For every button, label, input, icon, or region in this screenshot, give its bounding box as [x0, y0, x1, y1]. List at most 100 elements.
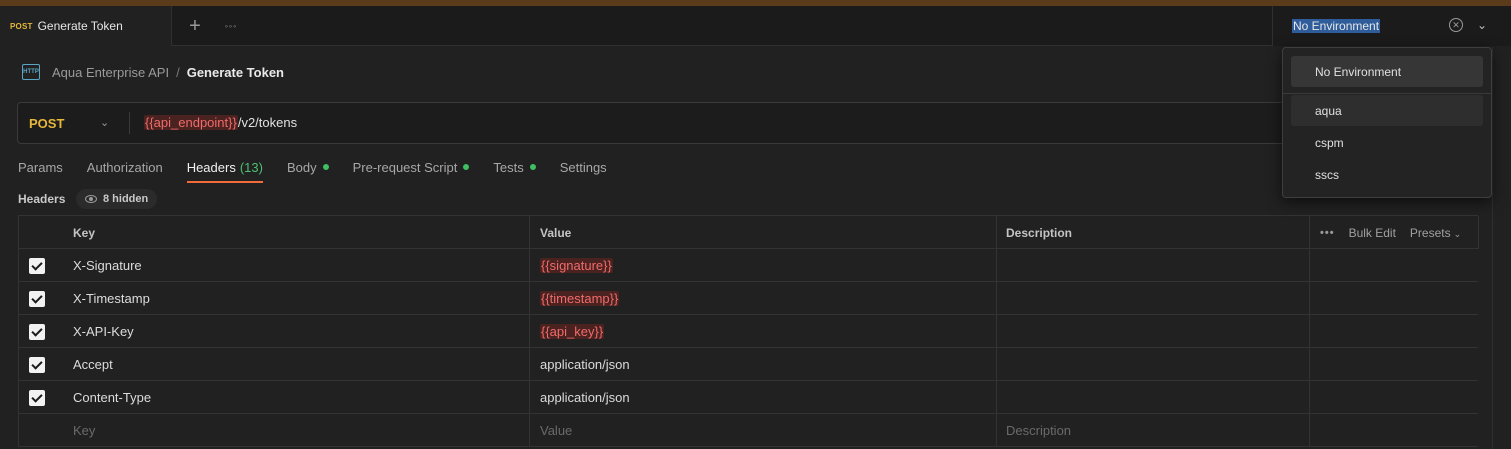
- row-check-cell: [19, 282, 55, 315]
- column-key: Key: [55, 216, 530, 249]
- more-options-button[interactable]: •••: [1320, 227, 1335, 239]
- eye-icon: [85, 195, 97, 203]
- row-checkbox[interactable]: [29, 323, 45, 340]
- chevron-down-icon: ⌄: [100, 117, 110, 129]
- row-description[interactable]: [997, 348, 1310, 381]
- env-option-sscs[interactable]: sscs: [1291, 159, 1483, 190]
- tab-body[interactable]: Body: [287, 156, 329, 178]
- clear-icon[interactable]: ✕: [1449, 18, 1463, 32]
- status-dot-icon: [322, 164, 329, 170]
- bulk-edit-button[interactable]: Bulk Edit: [1349, 226, 1396, 240]
- request-tabs: Params Authorization Headers (13) Body Pr…: [18, 156, 631, 184]
- chevron-down-icon[interactable]: ⌄: [1474, 15, 1490, 35]
- table-row: Accept application/json: [19, 348, 1478, 381]
- url-input[interactable]: {{api_endpoint}} /v2/tokens: [144, 115, 297, 130]
- row-key[interactable]: Accept: [55, 348, 530, 381]
- new-key-input[interactable]: Key: [55, 414, 530, 447]
- row-description[interactable]: [997, 315, 1310, 348]
- tab-title: Generate Token: [37, 19, 123, 33]
- breadcrumb-separator: /: [176, 64, 180, 80]
- new-value-input[interactable]: Value: [530, 414, 997, 447]
- tab-label: Pre-request Script: [352, 159, 458, 175]
- breadcrumb-collection[interactable]: Aqua Enterprise API: [52, 65, 169, 80]
- environment-dropdown: No Environment aqua cspm sscs: [1282, 47, 1492, 198]
- tab-params[interactable]: Params: [18, 156, 63, 178]
- env-option-no-environment[interactable]: No Environment: [1291, 56, 1483, 87]
- row-checkbox[interactable]: [29, 356, 45, 373]
- environment-selected: No Environment: [1292, 19, 1381, 33]
- tab-label: Settings: [559, 159, 607, 175]
- hidden-headers-toggle[interactable]: 8 hidden: [76, 189, 158, 209]
- tab-headers[interactable]: Headers (13): [186, 156, 264, 183]
- tab-bar: POST Generate Token + ◦◦◦ No Environment…: [0, 6, 1511, 46]
- row-value[interactable]: application/json: [530, 348, 997, 381]
- row-description[interactable]: [997, 249, 1310, 282]
- tab-pre-request-script[interactable]: Pre-request Script: [353, 156, 470, 178]
- tab-generate-token[interactable]: POST Generate Token: [0, 6, 172, 46]
- chevron-down-icon: ⌄: [1453, 228, 1462, 239]
- table-row: X-Signature {{signature}}: [19, 249, 1478, 282]
- row-checkbox[interactable]: [29, 290, 45, 307]
- row-check-cell: [19, 381, 55, 414]
- header-check-cell: [19, 216, 55, 249]
- env-option-cspm[interactable]: cspm: [1291, 127, 1483, 158]
- url-variable: {{api_endpoint}}: [144, 115, 238, 130]
- table-row: Content-Type application/json: [19, 381, 1478, 414]
- row-check-cell: [19, 414, 55, 447]
- tab-label: Params: [18, 159, 63, 175]
- url-path: /v2/tokens: [237, 115, 298, 130]
- new-description-input[interactable]: Description: [997, 414, 1310, 447]
- tab-label: Tests: [493, 159, 524, 175]
- row-check-cell: [19, 348, 55, 381]
- row-value[interactable]: {{timestamp}}: [530, 282, 997, 315]
- row-value[interactable]: {{api_key}}: [530, 315, 997, 348]
- dropdown-divider: [1283, 93, 1491, 94]
- row-check-cell: [19, 315, 55, 348]
- presets-label: Presets: [1409, 225, 1451, 240]
- row-description[interactable]: [997, 282, 1310, 315]
- tab-label: Headers: [186, 159, 236, 175]
- column-description: Description: [997, 216, 1310, 249]
- headers-count: (13): [239, 159, 263, 175]
- tab-settings[interactable]: Settings: [560, 156, 607, 178]
- more-tabs-button[interactable]: ◦◦◦: [220, 15, 242, 37]
- method-value: POST: [29, 115, 65, 131]
- row-check-cell: [19, 249, 55, 282]
- column-value: Value: [530, 216, 997, 249]
- new-tab-button[interactable]: +: [184, 15, 206, 37]
- value-variable: {{api_key}}: [540, 324, 605, 339]
- tab-tests[interactable]: Tests: [493, 156, 536, 178]
- http-icon: HTTP: [22, 64, 40, 80]
- headers-label: Headers: [18, 192, 66, 206]
- env-option-aqua[interactable]: aqua: [1291, 95, 1483, 126]
- row-checkbox[interactable]: [29, 257, 45, 274]
- breadcrumb: HTTP Aqua Enterprise API / Generate Toke…: [22, 62, 284, 82]
- tab-label: Body: [286, 159, 317, 175]
- presets-button[interactable]: Presets ⌄: [1410, 226, 1461, 240]
- url-divider: [129, 112, 130, 134]
- environment-selector[interactable]: No Environment ✕ ⌄: [1272, 6, 1511, 46]
- status-dot-icon: [529, 164, 536, 170]
- row-key[interactable]: X-Signature: [55, 249, 530, 282]
- tab-label: Authorization: [86, 159, 163, 175]
- row-key[interactable]: X-API-Key: [55, 315, 530, 348]
- hidden-count: 8 hidden: [103, 193, 149, 205]
- table-row: X-Timestamp {{timestamp}}: [19, 282, 1478, 315]
- tab-authorization[interactable]: Authorization: [87, 156, 163, 178]
- row-key[interactable]: X-Timestamp: [55, 282, 530, 315]
- method-select[interactable]: POST ⌄: [18, 103, 130, 143]
- row-value[interactable]: {{signature}}: [530, 249, 997, 282]
- row-value[interactable]: application/json: [530, 381, 997, 414]
- value-variable: {{timestamp}}: [540, 291, 620, 306]
- table-header-row: Key Value Description ••• Bulk Edit Pres…: [19, 216, 1479, 249]
- table-row: X-API-Key {{api_key}}: [19, 315, 1478, 348]
- row-checkbox[interactable]: [29, 389, 45, 406]
- row-description[interactable]: [997, 381, 1310, 414]
- breadcrumb-request[interactable]: Generate Token: [187, 65, 284, 80]
- value-variable: {{signature}}: [540, 258, 613, 273]
- table-row-new: Key Value Description: [19, 414, 1478, 447]
- row-key[interactable]: Content-Type: [55, 381, 530, 414]
- url-bar: POST ⌄ {{api_endpoint}} /v2/tokens: [17, 102, 1317, 144]
- table-actions: ••• Bulk Edit Presets ⌄: [1310, 216, 1479, 249]
- panel-divider: [1492, 47, 1493, 449]
